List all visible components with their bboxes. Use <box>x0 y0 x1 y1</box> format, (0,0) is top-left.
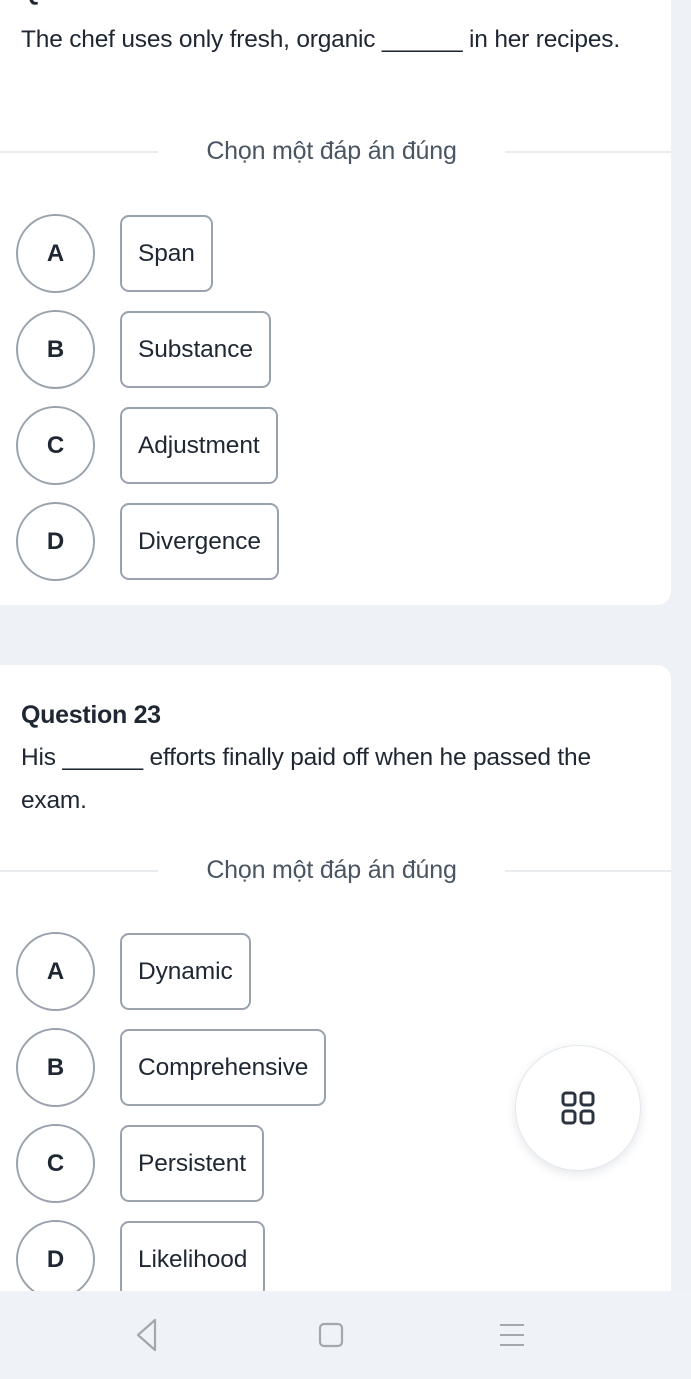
question-text: His ______ efforts finally paid off when… <box>21 744 591 814</box>
option-letter-circle[interactable]: B <box>16 310 95 389</box>
system-navigation-bar <box>0 1291 691 1379</box>
question-text: The chef uses only fresh, organic ______… <box>21 26 620 53</box>
instruction-divider: Chọn một đáp án đúng <box>0 137 671 167</box>
divider-line-right <box>505 151 671 153</box>
divider-line-right <box>505 870 671 872</box>
option-answer-box[interactable]: Comprehensive <box>120 1029 327 1106</box>
menu-lines-icon <box>500 1324 524 1346</box>
question-card-23: Question 23 His ______ efforts finally p… <box>0 665 671 1291</box>
screen-viewport[interactable]: Question 22 The chef uses only fresh, or… <box>0 0 691 1291</box>
nav-recents-button[interactable] <box>482 1311 542 1359</box>
grid-icon <box>561 1091 595 1125</box>
option-answer-box[interactable]: Dynamic <box>120 933 251 1010</box>
option-answer-box[interactable]: Substance <box>120 311 271 388</box>
back-triangle-icon <box>136 1318 157 1352</box>
instruction-divider: Chọn một đáp án đúng <box>0 856 671 886</box>
option-answer-box[interactable]: Divergence <box>120 503 279 580</box>
question-grid-button[interactable] <box>515 1045 641 1171</box>
question-title: Question 22 <box>21 0 161 7</box>
nav-home-button[interactable] <box>301 1311 361 1359</box>
option-letter-circle[interactable]: A <box>16 932 95 1011</box>
option-letter-circle[interactable]: A <box>16 214 95 293</box>
nav-back-button[interactable] <box>118 1311 178 1359</box>
option-letter-circle[interactable]: D <box>16 1220 95 1291</box>
option-answer-box[interactable]: Likelihood <box>120 1221 266 1291</box>
option-answer-box[interactable]: Persistent <box>120 1125 264 1202</box>
option-answer-box[interactable]: Adjustment <box>120 407 278 484</box>
option-letter-circle[interactable]: D <box>16 502 95 581</box>
option-letter-circle[interactable]: C <box>16 406 95 485</box>
question-card-22: Question 22 The chef uses only fresh, or… <box>0 0 671 605</box>
question-title: Question 23 <box>21 701 161 729</box>
option-letter-circle[interactable]: B <box>16 1028 95 1107</box>
option-answer-box[interactable]: Span <box>120 215 213 292</box>
option-letter-circle[interactable]: C <box>16 1124 95 1203</box>
home-square-icon <box>318 1322 344 1348</box>
